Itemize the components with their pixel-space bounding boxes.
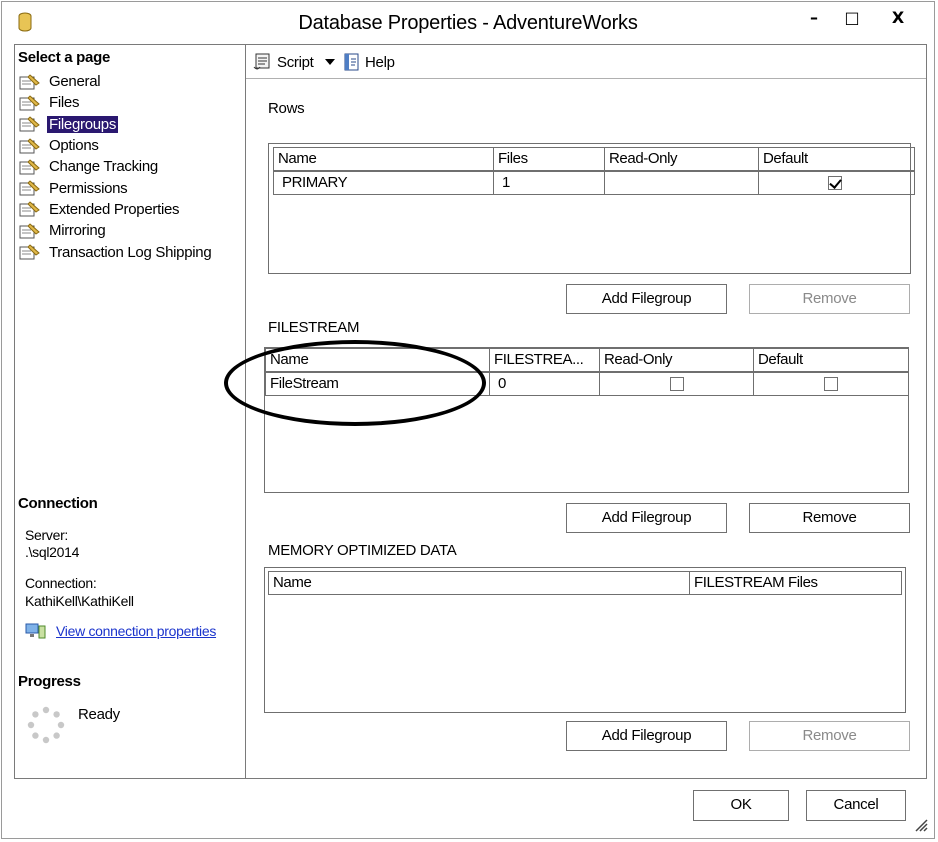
rows-cell-read-only[interactable]: [605, 171, 759, 195]
rows-default-checkbox[interactable]: [828, 176, 842, 190]
sidebar-item-transaction-log-shipping[interactable]: Transaction Log Shipping: [19, 241, 213, 262]
sidebar-item-label: Extended Properties: [49, 200, 180, 218]
rows-add-filegroup-button[interactable]: Add Filegroup: [566, 284, 727, 314]
server-value: .\sql2014: [25, 544, 80, 560]
close-button[interactable]: X: [880, 6, 916, 30]
filestream-remove-button[interactable]: Remove: [749, 503, 910, 533]
rows-header-row: Name Files Read-Only Default: [273, 147, 915, 171]
memory-header-row: Name FILESTREAM Files: [268, 571, 905, 595]
page-icon: [19, 137, 40, 154]
sidebar-item-extended-properties[interactable]: Extended Properties: [19, 199, 213, 220]
sidebar-item-permissions[interactable]: Permissions: [19, 177, 213, 198]
filestream-cell-name[interactable]: FileStream: [265, 372, 490, 396]
sidebar-item-label: Files: [49, 94, 80, 112]
sidebar-item-label: Filegroups: [47, 115, 119, 133]
filestream-cell-read-only[interactable]: [600, 372, 754, 396]
filestream-col-name[interactable]: Name: [265, 348, 490, 372]
filestream-col-default[interactable]: Default: [754, 348, 909, 372]
dialog-window: Database Properties - AdventureWorks – □…: [1, 1, 935, 839]
connection-heading: Connection: [18, 495, 98, 512]
memory-optimized-heading: MEMORY OPTIMIZED DATA: [268, 542, 457, 559]
chevron-down-icon[interactable]: [324, 57, 336, 67]
sidebar-item-options[interactable]: Options: [19, 135, 213, 156]
sidebar-item-label: Permissions: [49, 179, 128, 197]
memory-col-name[interactable]: Name: [268, 571, 690, 595]
script-label: Script: [277, 53, 314, 71]
select-page-heading: Select a page: [18, 49, 110, 66]
help-label: Help: [365, 53, 395, 71]
cancel-button[interactable]: Cancel: [806, 790, 906, 821]
left-panel: Select a page General Files Filegroups Opti…: [14, 44, 245, 779]
help-book-icon: [344, 53, 359, 71]
rows-heading: Rows: [268, 100, 305, 117]
server-label: Server:: [25, 527, 69, 543]
filestream-grid: Name FILESTREA... Read-Only Default File…: [264, 347, 909, 493]
rows-col-name[interactable]: Name: [273, 147, 494, 171]
progress-status: Ready: [78, 706, 120, 723]
sidebar-item-mirroring[interactable]: Mirroring: [19, 220, 213, 241]
minimize-button[interactable]: –: [796, 6, 832, 30]
sidebar-item-label: Transaction Log Shipping: [49, 243, 212, 261]
rows-cell-files[interactable]: 1: [494, 171, 605, 195]
connection-value: KathiKell\KathiKell: [25, 593, 134, 609]
page-icon: [19, 180, 40, 196]
memory-add-filegroup-button[interactable]: Add Filegroup: [566, 721, 727, 751]
sidebar-item-label: Change Tracking: [49, 158, 158, 176]
rows-grid: Name Files Read-Only Default PRIMARY 1: [268, 143, 915, 274]
rows-col-default[interactable]: Default: [759, 147, 915, 171]
maximize-button[interactable]: □: [834, 6, 870, 30]
rows-col-files[interactable]: Files: [494, 147, 605, 171]
view-connection-properties-link[interactable]: View connection properties: [56, 623, 216, 639]
table-row[interactable]: PRIMARY 1: [273, 171, 915, 195]
memory-optimized-grid: Name FILESTREAM Files: [264, 567, 906, 713]
toolbar: Script Help: [246, 45, 926, 79]
script-icon: [253, 53, 270, 70]
filestream-cell-files[interactable]: 0: [490, 372, 600, 396]
rows-cell-default[interactable]: [759, 171, 915, 195]
connection-properties-icon: [25, 623, 46, 639]
page-icon: [19, 95, 40, 111]
rows-cell-name[interactable]: PRIMARY: [273, 171, 494, 195]
sidebar-item-filegroups[interactable]: Filegroups: [19, 114, 213, 135]
sidebar-item-general[interactable]: General: [19, 71, 213, 92]
rows-remove-button[interactable]: Remove: [749, 284, 910, 314]
filestream-heading: FILESTREAM: [268, 319, 360, 336]
page-icon: [19, 244, 40, 260]
filestream-header-row: Name FILESTREA... Read-Only Default: [265, 348, 909, 372]
page-list: General Files Filegroups Options Change Trac…: [19, 71, 213, 263]
filestream-default-checkbox[interactable]: [824, 377, 838, 391]
filestream-read-only-checkbox[interactable]: [670, 377, 684, 391]
connection-label: Connection:: [25, 575, 97, 591]
window-title: Database Properties - AdventureWorks: [298, 12, 638, 34]
table-row[interactable]: FileStream 0: [265, 372, 909, 396]
page-icon: [19, 116, 40, 132]
filestream-cell-default[interactable]: [754, 372, 909, 396]
filestream-col-read-only[interactable]: Read-Only: [600, 348, 754, 372]
title-bar[interactable]: Database Properties - AdventureWorks – □…: [2, 2, 934, 42]
sidebar-item-label: Mirroring: [49, 222, 106, 240]
memory-remove-button[interactable]: Remove: [749, 721, 910, 751]
memory-col-filestream-files[interactable]: FILESTREAM Files: [690, 571, 902, 595]
page-icon: [19, 223, 40, 239]
progress-spinner-icon: [27, 706, 65, 744]
ok-button[interactable]: OK: [693, 790, 789, 821]
page-icon: [19, 73, 40, 90]
resize-grip-icon[interactable]: [914, 818, 928, 832]
sidebar-item-change-tracking[interactable]: Change Tracking: [19, 156, 213, 177]
script-button[interactable]: Script: [252, 52, 336, 72]
page-icon: [19, 201, 40, 217]
rows-col-read-only[interactable]: Read-Only: [605, 147, 759, 171]
page-icon: [19, 159, 40, 175]
sidebar-item-label: Options: [49, 137, 99, 155]
right-panel: Script Help Rows Name Files Read-Only De…: [245, 44, 927, 779]
sidebar-item-label: General: [49, 73, 101, 91]
filestream-add-filegroup-button[interactable]: Add Filegroup: [566, 503, 727, 533]
sidebar-item-files[interactable]: Files: [19, 92, 213, 113]
help-button[interactable]: Help: [342, 52, 395, 72]
filestream-col-files[interactable]: FILESTREA...: [490, 348, 600, 372]
progress-heading: Progress: [18, 673, 81, 690]
